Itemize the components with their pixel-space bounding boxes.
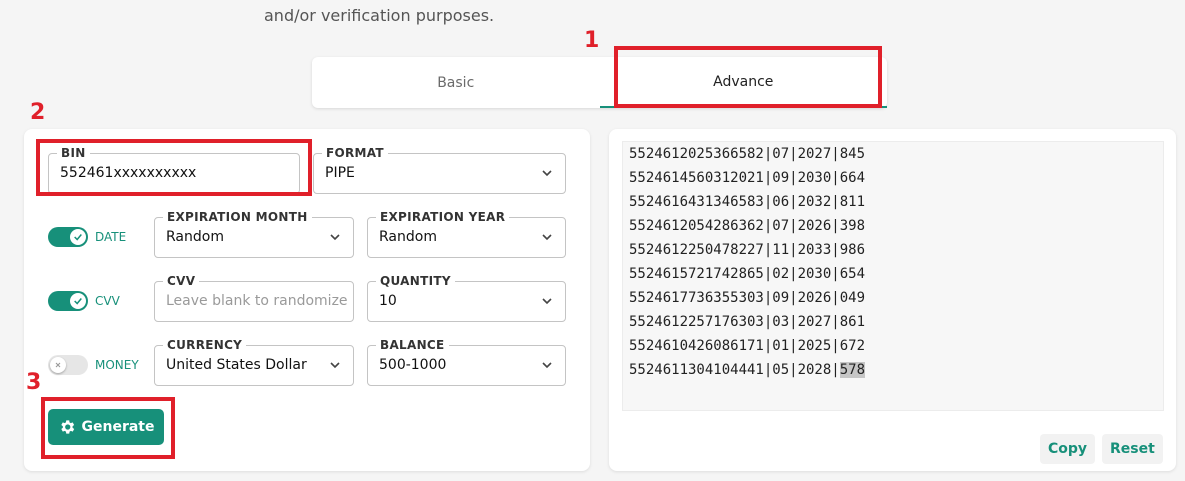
- cvv-input[interactable]: CVV Leave blank to randomize: [154, 273, 354, 322]
- cvv-placeholder: Leave blank to randomize: [166, 293, 348, 309]
- money-toggle[interactable]: [48, 355, 88, 375]
- money-toggle-label: MONEY: [95, 358, 139, 372]
- chevron-down-icon: [542, 234, 552, 241]
- balance-value: 500-1000: [379, 357, 447, 373]
- quantity-value: 10: [379, 293, 397, 309]
- annotation-number-2: 2: [30, 100, 46, 125]
- date-toggle-label: DATE: [95, 230, 127, 244]
- check-icon: [70, 293, 86, 309]
- output-line: 5524616431346583|06|2032|811: [629, 194, 866, 210]
- output-line: 5524615721742865|02|2030|654: [629, 266, 866, 282]
- annotation-box-3: [41, 397, 175, 459]
- currency-value: United States Dollar: [166, 357, 307, 373]
- annotation-number-3: 3: [26, 370, 42, 395]
- exp-month-label: EXPIRATION MONTH: [163, 209, 312, 225]
- date-toggle[interactable]: [48, 227, 88, 247]
- exp-year-value: Random: [379, 229, 437, 245]
- output-line: 5524612257176303|03|2027|861: [629, 314, 866, 330]
- output-line: 5524612025366582|07|2027|845: [629, 146, 866, 162]
- exp-year-label: EXPIRATION YEAR: [376, 209, 510, 225]
- cvv-toggle[interactable]: [48, 291, 88, 311]
- chevron-down-icon: [330, 234, 340, 241]
- cvv-toggle-label: CVV: [95, 294, 120, 308]
- annotation-box-1: [614, 46, 882, 108]
- quantity-label: QUANTITY: [376, 273, 455, 289]
- chevron-down-icon: [542, 170, 552, 177]
- chevron-down-icon: [542, 298, 552, 305]
- currency-label: CURRENCY: [163, 337, 247, 353]
- tab-basic[interactable]: Basic: [312, 57, 600, 108]
- format-select[interactable]: FORMAT PIPE: [313, 145, 566, 194]
- output-line: 5524612054286362|07|2026|398: [629, 218, 866, 234]
- output-line-prefix: 5524611304104441|05|2028|: [629, 362, 840, 378]
- output-textarea[interactable]: 5524612025366582|07|2027|845 55246145603…: [622, 141, 1164, 411]
- check-icon: [70, 229, 86, 245]
- output-line: 5524611304104441|05|2028|578: [629, 362, 866, 378]
- annotation-box-2: [36, 139, 312, 196]
- copy-button[interactable]: Copy: [1040, 434, 1096, 464]
- balance-select[interactable]: BALANCE 500-1000: [367, 337, 566, 386]
- selected-text: 578: [839, 362, 866, 378]
- exp-year-select[interactable]: EXPIRATION YEAR Random: [367, 209, 566, 258]
- quantity-select[interactable]: QUANTITY 10: [367, 273, 566, 322]
- format-label: FORMAT: [322, 145, 388, 161]
- format-value: PIPE: [325, 165, 355, 181]
- exp-month-value: Random: [166, 229, 224, 245]
- output-line: 5524617736355303|09|2026|049: [629, 290, 866, 306]
- reset-button[interactable]: Reset: [1102, 434, 1163, 464]
- chevron-down-icon: [330, 362, 340, 369]
- output-line: 5524614560312021|09|2030|664: [629, 170, 866, 186]
- currency-select[interactable]: CURRENCY United States Dollar: [154, 337, 354, 386]
- chevron-down-icon: [542, 362, 552, 369]
- output-line: 5524610426086171|01|2025|672: [629, 338, 866, 354]
- cvv-label: CVV: [163, 273, 200, 289]
- balance-label: BALANCE: [376, 337, 449, 353]
- exp-month-select[interactable]: EXPIRATION MONTH Random: [154, 209, 354, 258]
- output-line: 5524612250478227|11|2033|986: [629, 242, 866, 258]
- intro-text: and/or verification purposes.: [264, 6, 495, 25]
- x-icon: [50, 357, 66, 373]
- annotation-number-1: 1: [584, 28, 600, 53]
